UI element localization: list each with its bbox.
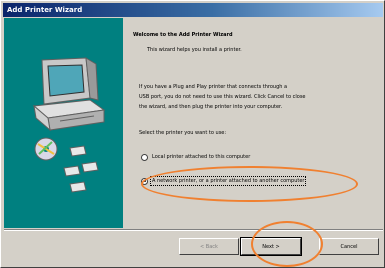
select-prompt: Select the printer you want to use: <box>139 130 227 136</box>
wizard-content: Welcome to the Add Printer Wizard This w… <box>123 18 383 228</box>
intro-text: This wizard helps you install a printer. <box>147 47 242 53</box>
wizard-art-panel <box>4 18 123 228</box>
local-printer-label: Local printer attached to this computer <box>152 154 251 160</box>
info-line-3: the wizard, and then plug the printer in… <box>139 104 283 110</box>
info-line-2: USB port, you do not need to use this wi… <box>139 94 306 100</box>
info-line-1: If you have a Plug and Play printer that… <box>139 84 288 90</box>
local-printer-option[interactable]: Local printer attached to this computer <box>141 152 250 162</box>
back-button[interactable]: < Back <box>179 238 239 255</box>
wizard-heading: Welcome to the Add Printer Wizard <box>133 32 233 38</box>
next-button[interactable]: Next > <box>240 237 302 256</box>
network-printer-label: A network printer, or a printer attached… <box>149 176 307 186</box>
computer-with-disks-icon <box>32 57 106 193</box>
local-printer-radio[interactable] <box>141 153 148 161</box>
network-printer-option[interactable]: A network printer, or a printer attached… <box>141 176 307 186</box>
add-printer-wizard-dialog: Add Printer Wizard Welcome to the Add Pr… <box>0 0 385 268</box>
button-separator <box>4 229 383 231</box>
cancel-button[interactable]: Cancel <box>319 238 379 255</box>
network-printer-radio[interactable] <box>141 177 148 185</box>
window-title: Add Printer Wizard <box>3 3 383 17</box>
